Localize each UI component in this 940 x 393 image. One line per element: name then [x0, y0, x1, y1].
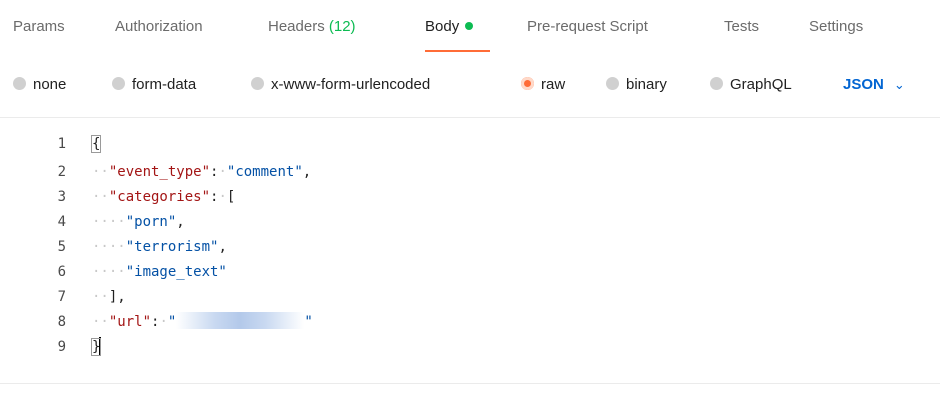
tab-prerequest-script[interactable]: Pre-request Script	[527, 18, 648, 35]
line-code: ····"porn",	[92, 214, 185, 230]
format-dropdown-label: JSON	[843, 76, 884, 93]
radio-icon	[112, 77, 125, 90]
editor-line: 7 ··],	[0, 285, 940, 309]
divider	[0, 117, 940, 118]
mode-raw-label: raw	[541, 76, 566, 93]
mode-form-data-radio[interactable]: form-data	[112, 76, 196, 93]
body-active-dot-icon	[465, 22, 474, 30]
line-number: 1	[57, 136, 66, 152]
tab-body[interactable]: Body	[425, 18, 474, 35]
line-code: ····"image_text"	[92, 260, 227, 284]
tab-headers-label: Headers	[268, 18, 325, 35]
code-editor[interactable]: 1 { 2 ··"event_type":·"comment", 3 ··"ca…	[0, 132, 940, 384]
body-mode-selector: none form-data x-www-form-urlencoded raw…	[0, 68, 940, 104]
format-dropdown[interactable]: JSON ⌄	[843, 76, 905, 93]
json-string: "comment"	[226, 164, 303, 180]
editor-line: 3 ··"categories":·[	[0, 185, 940, 209]
radio-icon	[251, 77, 264, 90]
line-number: 8	[57, 314, 66, 330]
radio-icon	[606, 77, 619, 90]
json-string: "	[304, 314, 313, 330]
json-key: "event_type"	[108, 164, 211, 180]
line-code: ··],	[92, 289, 126, 305]
line-number: 7	[57, 289, 66, 305]
editor-line: 1 {	[0, 132, 940, 156]
indent-dots: ····	[92, 214, 126, 230]
indent-dots: ····	[92, 264, 126, 280]
json-string: "	[167, 314, 177, 330]
mode-raw-radio[interactable]: raw	[521, 76, 565, 93]
chevron-down-icon: ⌄	[893, 77, 905, 92]
mode-graphql-label: GraphQL	[730, 76, 792, 93]
json-string: "porn"	[125, 214, 177, 230]
editor-line: 4 ····"porn",	[0, 210, 940, 234]
editor-line: 8 ··"url":·" "	[0, 310, 940, 334]
line-number: 4	[57, 214, 66, 230]
mode-none-radio[interactable]: none	[13, 76, 66, 93]
request-tabs: Params Authorization Headers (12) Body P…	[0, 0, 940, 56]
line-code: {	[90, 132, 102, 156]
mode-none-label: none	[33, 76, 67, 93]
indent-dots: ····	[92, 239, 126, 255]
indent-dots: ··	[92, 189, 109, 205]
tab-params[interactable]: Params	[13, 18, 65, 35]
mode-urlencoded-radio[interactable]: x-www-form-urlencoded	[251, 76, 430, 93]
editor-line: 5 ····"terrorism",	[0, 235, 940, 259]
line-code: ····"terrorism",	[92, 239, 227, 255]
mode-form-data-label: form-data	[132, 76, 197, 93]
mode-binary-radio[interactable]: binary	[606, 76, 667, 93]
editor-line: 9 }	[0, 335, 940, 359]
tab-tests[interactable]: Tests	[724, 18, 759, 35]
line-code: ··"event_type":·"comment",	[92, 164, 312, 180]
open-brace: {	[90, 135, 102, 153]
redacted-url-value	[176, 312, 305, 329]
line-number: 6	[57, 264, 66, 280]
text-cursor	[99, 337, 102, 355]
line-code: }	[90, 335, 102, 359]
mode-urlencoded-label: x-www-form-urlencoded	[271, 76, 431, 93]
line-number: 3	[57, 189, 66, 205]
active-tab-indicator	[425, 50, 490, 52]
headers-count-badge: (12)	[328, 18, 356, 35]
json-key: "url"	[108, 314, 152, 330]
tab-body-label: Body	[425, 18, 460, 35]
indent-dots: ··	[92, 164, 109, 180]
editor-bottom-border	[0, 383, 940, 384]
indent-dots: ··	[92, 314, 109, 330]
line-code: ··"url":·" "	[92, 312, 313, 330]
tab-authorization[interactable]: Authorization	[115, 18, 203, 35]
tab-headers[interactable]: Headers (12)	[268, 18, 356, 35]
line-number: 5	[57, 239, 66, 255]
line-number: 9	[57, 339, 66, 355]
json-key: "categories"	[108, 189, 211, 205]
tab-settings[interactable]: Settings	[809, 18, 863, 35]
json-string: "image_text"	[125, 264, 227, 280]
mode-binary-label: binary	[626, 76, 667, 93]
radio-icon	[13, 77, 26, 90]
indent-dots: ··	[92, 289, 109, 305]
editor-line: 6 ····"image_text"	[0, 260, 940, 284]
radio-icon	[710, 77, 723, 90]
line-code: ··"categories":·[	[92, 189, 236, 205]
mode-graphql-radio[interactable]: GraphQL	[710, 76, 792, 93]
json-string: "terrorism"	[125, 239, 219, 255]
radio-selected-icon	[521, 77, 534, 90]
line-number: 2	[57, 164, 66, 180]
editor-line: 2 ··"event_type":·"comment",	[0, 160, 940, 184]
